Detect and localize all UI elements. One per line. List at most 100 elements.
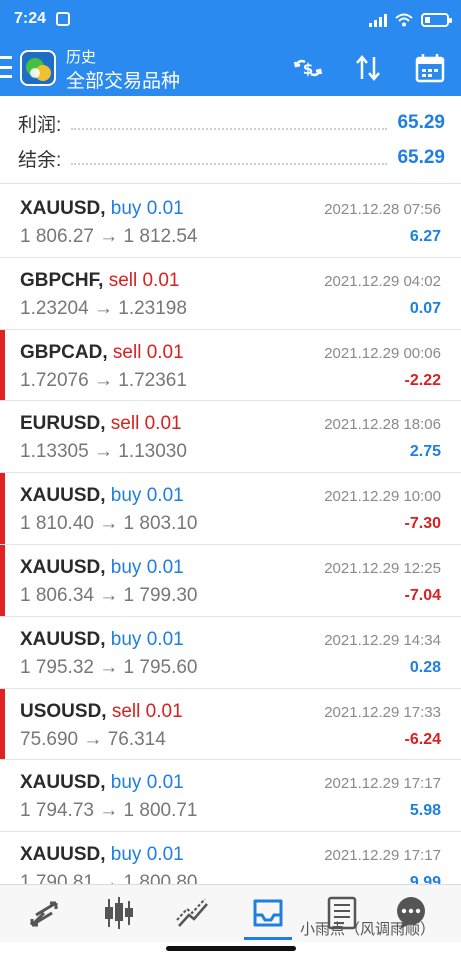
trade-prices: 1 794.73 → 1 800.71 bbox=[20, 800, 198, 822]
trade-profit: 9.99 bbox=[409, 874, 441, 884]
trade-profit: -7.30 bbox=[404, 515, 441, 533]
close-price: 1 795.60 bbox=[123, 656, 198, 678]
trade-profit: 2.75 bbox=[409, 443, 441, 461]
trade-title: USOUSD, sell 0.01 bbox=[20, 701, 183, 723]
arrow-icon: → bbox=[99, 584, 119, 606]
trade-icon[interactable] bbox=[174, 895, 212, 931]
open-price: 1 806.27 bbox=[20, 226, 94, 247]
trade-row[interactable]: XAUUSD, buy 0.01 1 806.27 → 1 812.54 2021.… bbox=[0, 186, 461, 258]
trade-date: 2021.12.28 07:56 bbox=[324, 201, 441, 218]
trade-row[interactable]: XAUUSD, buy 0.01 1 795.32 → 1 795.60 2021.… bbox=[0, 616, 461, 689]
trade-date: 2021.12.29 17:17 bbox=[324, 847, 441, 865]
close-price: 1 812.54 bbox=[123, 226, 198, 247]
status-indicators bbox=[369, 11, 452, 29]
trade-prices: 1 795.32 → 1 795.60 bbox=[20, 657, 198, 679]
app-logo bbox=[20, 50, 56, 86]
page-title: 历史 bbox=[66, 49, 97, 66]
chart-icon[interactable] bbox=[100, 895, 138, 931]
open-price: 1.13305 bbox=[20, 441, 89, 463]
trade-prices: 1.23204 → 1.23198 bbox=[20, 298, 187, 320]
trade-symbol: GBPCAD, bbox=[20, 341, 108, 363]
summary-panel: 利润: 65.29 结余: 65.29 bbox=[0, 96, 461, 184]
trade-volume: 0.01 bbox=[146, 556, 184, 578]
trade-row[interactable]: XAUUSD, buy 0.01 1 806.34 → 1 799.30 2021.… bbox=[0, 544, 461, 617]
profit-label: 利润: bbox=[18, 114, 62, 136]
trade-row[interactable]: XAUUSD, buy 0.01 1 794.73 → 1 800.71 2021.… bbox=[0, 760, 461, 833]
arrow-icon: → bbox=[99, 513, 119, 535]
trade-history-list[interactable]: XAUUSD, buy 0.01 1 806.27 → 1 812.54 2021.… bbox=[0, 186, 461, 884]
profit-row: 利润: 65.29 bbox=[18, 108, 445, 138]
battery-icon bbox=[421, 13, 452, 27]
trade-profit: 6.27 bbox=[409, 228, 441, 245]
quotes-icon[interactable] bbox=[26, 895, 64, 931]
balance-label: 结余: bbox=[18, 149, 62, 171]
trade-row[interactable]: GBPCHF, sell 0.01 1.23204 → 1.23198 2021.1… bbox=[0, 257, 461, 330]
trade-profit: -7.04 bbox=[404, 586, 441, 604]
trade-prices: 1 806.34 → 1 799.30 bbox=[20, 585, 198, 607]
trade-date: 2021.12.29 17:17 bbox=[324, 775, 441, 793]
trade-title: XAUUSD, buy 0.01 bbox=[20, 557, 184, 579]
loss-marker bbox=[0, 544, 5, 616]
trade-symbol: GBPCHF, bbox=[20, 269, 104, 291]
trade-side: sell bbox=[108, 269, 138, 291]
trade-side: sell bbox=[110, 413, 140, 435]
open-price: 1 790.81 bbox=[20, 872, 94, 884]
home-indicator[interactable] bbox=[166, 946, 296, 951]
trade-row[interactable]: XAUUSD, buy 0.01 1 790.81 → 1 800.80 2021.… bbox=[0, 832, 461, 884]
trade-prices: 75.690 → 76.314 bbox=[20, 729, 166, 751]
trade-date: 2021.12.28 18:06 bbox=[324, 416, 441, 434]
trade-volume: 0.01 bbox=[144, 413, 182, 435]
trade-prices: 1.72076 → 1.72361 bbox=[20, 370, 187, 392]
close-price: 1 800.71 bbox=[123, 800, 198, 822]
trade-profit: 5.98 bbox=[409, 802, 441, 820]
arrow-icon: → bbox=[93, 297, 113, 319]
trade-side: sell bbox=[111, 700, 141, 722]
trade-date: 2021.12.29 14:34 bbox=[324, 631, 441, 649]
active-tab-indicator bbox=[244, 937, 292, 940]
menu-icon[interactable] bbox=[0, 56, 14, 78]
trade-side: buy bbox=[110, 556, 142, 578]
trade-date: 2021.12.29 12:25 bbox=[324, 559, 441, 577]
trade-profit: 0.28 bbox=[409, 658, 441, 676]
trade-date: 2021.12.29 04:02 bbox=[324, 272, 441, 290]
trade-symbol: XAUUSD, bbox=[20, 844, 106, 866]
trade-row[interactable]: EURUSD, sell 0.01 1.13305 → 1.13030 2021.1… bbox=[0, 401, 461, 474]
trade-prices: 1 806.27 → 1 812.54 bbox=[20, 226, 198, 248]
calendar-icon[interactable] bbox=[414, 52, 446, 84]
trade-side: sell bbox=[112, 341, 142, 363]
open-price: 1.23204 bbox=[20, 297, 89, 319]
open-price: 1 795.32 bbox=[20, 656, 94, 678]
trade-side: buy bbox=[110, 772, 142, 794]
trade-symbol: EURUSD, bbox=[20, 413, 106, 435]
dotted-leader bbox=[71, 116, 388, 130]
sort-icon[interactable] bbox=[352, 52, 384, 84]
trade-row[interactable]: XAUUSD, buy 0.01 1 810.40 → 1 803.10 2021.… bbox=[0, 473, 461, 545]
arrow-icon: → bbox=[99, 800, 119, 822]
wifi-icon bbox=[395, 13, 413, 27]
trade-volume: 0.01 bbox=[146, 628, 184, 650]
trade-side: buy bbox=[110, 198, 142, 219]
arrow-icon: → bbox=[93, 441, 113, 463]
loss-marker bbox=[0, 688, 5, 760]
trade-title: XAUUSD, buy 0.01 bbox=[20, 844, 184, 866]
trade-title: XAUUSD, buy 0.01 bbox=[20, 485, 184, 507]
trade-volume: 0.01 bbox=[146, 341, 184, 363]
status-time: 7:24 bbox=[14, 10, 47, 27]
history-icon[interactable] bbox=[249, 895, 287, 931]
close-price: 1 800.80 bbox=[123, 872, 198, 884]
trade-row[interactable]: GBPCAD, sell 0.01 1.72076 → 1.72361 2021.1… bbox=[0, 329, 461, 402]
trade-date: 2021.12.29 10:00 bbox=[324, 488, 441, 506]
close-price: 1.72361 bbox=[118, 369, 187, 391]
arrow-icon: → bbox=[83, 728, 103, 750]
arrow-icon: → bbox=[93, 369, 113, 391]
symbol-filter[interactable]: 全部交易品种 bbox=[66, 66, 180, 93]
svg-text:$: $ bbox=[303, 60, 313, 78]
balance-value: 65.29 bbox=[397, 147, 445, 168]
currency-swap-icon[interactable]: $ bbox=[292, 52, 324, 84]
loss-marker bbox=[0, 473, 5, 544]
trade-side: buy bbox=[110, 844, 142, 866]
trade-title: GBPCHF, sell 0.01 bbox=[20, 270, 179, 292]
trade-date: 2021.12.29 17:33 bbox=[324, 703, 441, 721]
trade-row[interactable]: USOUSD, sell 0.01 75.690 → 76.314 2021.12.… bbox=[0, 688, 461, 761]
status-bar: 7:24 bbox=[0, 0, 461, 40]
